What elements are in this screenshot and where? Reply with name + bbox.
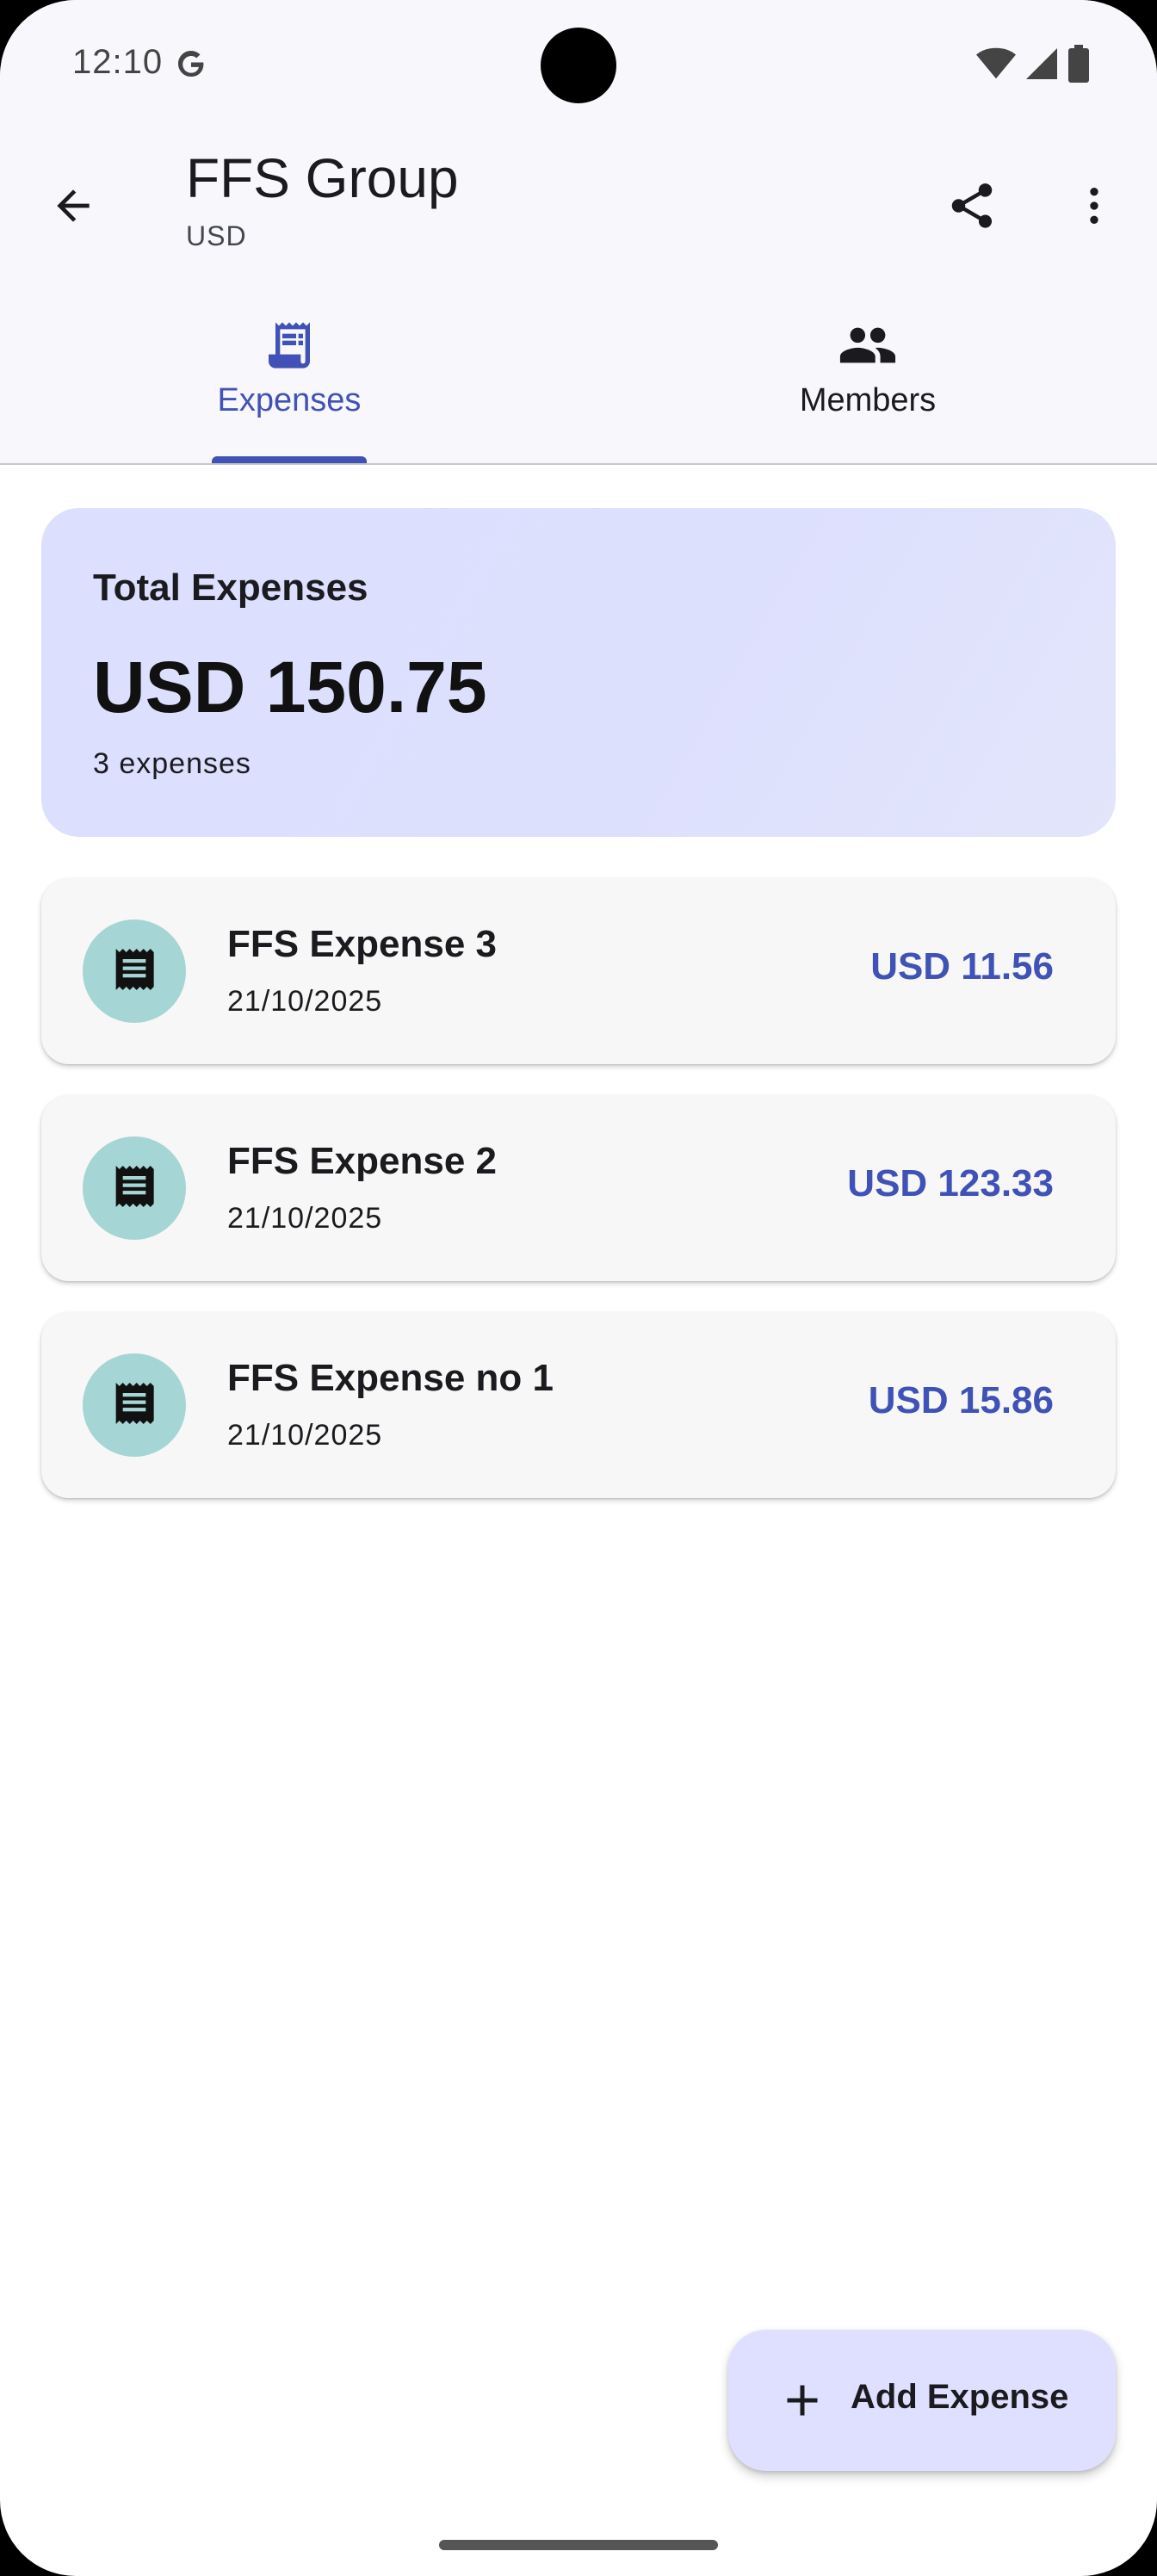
tab-expenses[interactable]: Expenses (0, 276, 578, 463)
share-icon (945, 179, 999, 237)
expense-name: FFS Expense 2 (227, 1140, 498, 1182)
tab-bar: Expenses Members (0, 276, 1157, 465)
arrow-back-icon (49, 182, 97, 234)
signal-icon (1024, 46, 1059, 85)
tab-members[interactable]: Members (578, 276, 1157, 463)
wifi-icon (976, 46, 1016, 85)
tab-members-label: Members (799, 382, 937, 418)
expense-avatar (83, 1136, 186, 1240)
expense-date: 21/10/2025 (227, 985, 383, 1018)
expense-amount: USD 15.86 (868, 1379, 1054, 1421)
status-time: 12:10 (72, 43, 164, 81)
page-title: FFS Group (186, 147, 459, 209)
expense-item[interactable]: FFS Expense no 1 21/10/2025 USD 15.86 (41, 1312, 1116, 1498)
more-options-button[interactable] (1055, 169, 1133, 246)
expense-amount: USD 123.33 (847, 1162, 1054, 1204)
expense-item[interactable]: FFS Expense 3 21/10/2025 USD 11.56 (41, 878, 1116, 1064)
more-vert-icon (1070, 182, 1118, 234)
expense-count: 3 expenses (93, 747, 251, 780)
expense-item[interactable]: FFS Expense 2 21/10/2025 USD 123.33 (41, 1095, 1116, 1281)
receipt-long-icon (107, 1376, 162, 1435)
add-expense-button[interactable]: Add Expense (728, 2330, 1116, 2471)
expense-name: FFS Expense no 1 (227, 1357, 554, 1399)
camera-cutout (541, 28, 616, 103)
back-button[interactable] (34, 169, 112, 246)
expense-name: FFS Expense 3 (227, 923, 498, 965)
screen: 12:10 FFS Group USD Expenses Members Tot… (0, 0, 1157, 2576)
battery-icon (1067, 45, 1090, 87)
home-indicator[interactable] (439, 2540, 718, 2550)
expense-avatar (83, 1353, 186, 1457)
expense-amount: USD 11.56 (870, 945, 1054, 988)
share-button[interactable] (933, 169, 1011, 246)
receipt-long-icon (107, 1159, 162, 1218)
status-bar: 12:10 (0, 0, 1157, 129)
plus-icon (776, 2375, 828, 2426)
total-expenses-label: Total Expenses (93, 567, 368, 609)
people-icon (838, 315, 898, 375)
status-icons (976, 45, 1090, 87)
currency-subtitle: USD (186, 220, 247, 251)
app-bar: FFS Group USD (0, 129, 1157, 276)
expense-date: 21/10/2025 (227, 1419, 383, 1452)
google-icon (174, 46, 208, 81)
receipt-long-icon (107, 942, 162, 1001)
total-expenses-amount: USD 150.75 (93, 647, 487, 728)
expense-avatar (83, 920, 186, 1023)
add-expense-label: Add Expense (851, 2378, 1069, 2416)
receipt-icon (259, 315, 319, 375)
expense-date: 21/10/2025 (227, 1202, 383, 1235)
tab-indicator (212, 456, 367, 463)
total-expenses-card: Total Expenses USD 150.75 3 expenses (41, 508, 1116, 837)
tab-expenses-label: Expenses (217, 382, 362, 418)
